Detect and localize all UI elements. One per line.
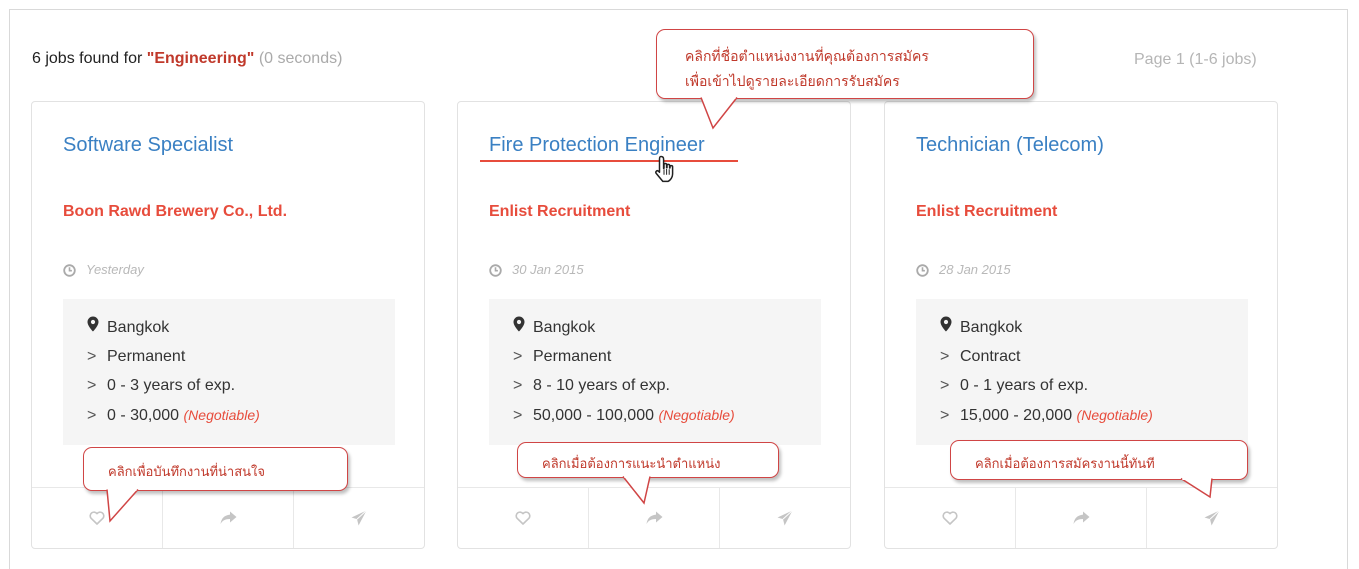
job-location: Bangkok	[940, 316, 1248, 345]
job-type-text: Permanent	[107, 348, 186, 365]
heart-icon	[942, 511, 958, 525]
job-type: > Contract	[940, 345, 1248, 374]
share-job-button[interactable]	[162, 488, 293, 548]
job-details: Bangkok > Permanent >8 - 10 years of exp.…	[489, 299, 821, 445]
clock-icon	[63, 264, 76, 277]
card-actions	[458, 487, 850, 548]
save-job-button[interactable]	[32, 488, 162, 548]
job-experience: >0 - 1 years of exp.	[940, 374, 1248, 403]
hand-pointer-icon	[655, 155, 674, 183]
clock-icon	[916, 264, 929, 277]
job-title-link[interactable]: Technician (Telecom)	[916, 134, 1104, 157]
card-actions	[885, 487, 1277, 548]
location-text: Bangkok	[107, 319, 170, 336]
experience-text: 0 - 3 years of exp.	[107, 377, 236, 394]
apply-job-button[interactable]	[293, 488, 424, 548]
negotiable-label: (Negotiable)	[183, 407, 260, 423]
share-job-button[interactable]	[1015, 488, 1146, 548]
recommend-hint-text: คลิกเมื่อต้องการแนะนำตำแหน่ง	[542, 456, 721, 471]
job-details: Bangkok > Contract >0 - 1 years of exp. >…	[916, 299, 1248, 445]
map-marker-icon	[87, 316, 99, 332]
share-job-button[interactable]	[588, 488, 719, 548]
job-experience: >0 - 3 years of exp.	[87, 374, 395, 403]
card-actions	[32, 487, 424, 548]
posted-date: 28 Jan 2015	[916, 262, 1011, 277]
job-type: > Permanent	[87, 345, 395, 374]
results-summary: 6 jobs found for "Engineering" (0 second…	[32, 50, 342, 68]
paper-plane-icon	[777, 510, 793, 526]
save-job-button[interactable]	[885, 488, 1015, 548]
job-salary: >0 - 30,000 (Negotiable)	[87, 403, 395, 432]
chevron-right-icon: >	[940, 348, 950, 365]
search-query: "Engineering"	[146, 50, 255, 67]
job-location: Bangkok	[513, 316, 821, 345]
clock-icon	[489, 264, 502, 277]
apply-job-button[interactable]	[719, 488, 850, 548]
share-arrow-icon	[646, 511, 662, 524]
negotiable-label: (Negotiable)	[1076, 407, 1153, 423]
chevron-right-icon: >	[513, 407, 523, 424]
job-experience: >8 - 10 years of exp.	[513, 374, 821, 403]
company-name[interactable]: Enlist Recruitment	[916, 203, 1057, 221]
title-hint-callout: คลิกที่ชื่อตำแหน่งงานที่คุณต้องการสมัคร …	[656, 29, 1034, 99]
job-details: Bangkok > Permanent >0 - 3 years of exp. …	[63, 299, 395, 445]
posted-date-text: 30 Jan 2015	[512, 262, 584, 277]
heart-icon	[89, 511, 105, 525]
map-marker-icon	[513, 316, 525, 332]
chevron-right-icon: >	[513, 377, 523, 394]
apply-hint-callout: คลิกเมื่อต้องการสมัครงานนี้ทันที	[950, 440, 1248, 480]
job-type-text: Contract	[960, 348, 1021, 365]
experience-text: 0 - 1 years of exp.	[960, 377, 1089, 394]
chevron-right-icon: >	[940, 407, 950, 424]
chevron-right-icon: >	[513, 348, 523, 365]
callout-tail	[622, 475, 651, 505]
job-salary: >15,000 - 20,000 (Negotiable)	[940, 403, 1248, 432]
results-count: 6 jobs found for	[32, 50, 143, 67]
posted-date: 30 Jan 2015	[489, 262, 584, 277]
chevron-right-icon: >	[87, 377, 97, 394]
job-card: Technician (Telecom) Enlist Recruitment …	[884, 101, 1278, 549]
heart-icon	[515, 511, 531, 525]
paper-plane-icon	[351, 510, 367, 526]
save-hint-callout: คลิกเพื่อบันทึกงานที่น่าสนใจ	[83, 447, 348, 491]
negotiable-label: (Negotiable)	[658, 407, 735, 423]
chevron-right-icon: >	[87, 407, 97, 424]
salary-text: 0 - 30,000	[107, 407, 180, 424]
experience-text: 8 - 10 years of exp.	[533, 377, 670, 394]
posted-date-text: 28 Jan 2015	[939, 262, 1011, 277]
job-type-text: Permanent	[533, 348, 612, 365]
chevron-right-icon: >	[940, 377, 950, 394]
search-time: (0 seconds)	[258, 50, 343, 67]
share-arrow-icon	[1073, 511, 1089, 524]
salary-text: 15,000 - 20,000	[960, 407, 1073, 424]
job-location: Bangkok	[87, 316, 395, 345]
share-arrow-icon	[220, 511, 236, 524]
job-type: > Permanent	[513, 345, 821, 374]
location-text: Bangkok	[533, 319, 596, 336]
recommend-hint-callout: คลิกเมื่อต้องการแนะนำตำแหน่ง	[517, 442, 779, 478]
chevron-right-icon: >	[87, 348, 97, 365]
callout-tail	[106, 488, 139, 523]
paper-plane-icon	[1204, 510, 1220, 526]
job-salary: >50,000 - 100,000 (Negotiable)	[513, 403, 821, 432]
title-highlight-underline	[480, 160, 738, 162]
save-hint-text: คลิกเพื่อบันทึกงานที่น่าสนใจ	[108, 464, 266, 479]
posted-date: Yesterday	[63, 262, 144, 277]
job-title-link[interactable]: Software Specialist	[63, 134, 233, 157]
location-text: Bangkok	[960, 319, 1023, 336]
company-name[interactable]: Boon Rawd Brewery Co., Ltd.	[63, 203, 287, 221]
map-marker-icon	[940, 316, 952, 332]
apply-hint-text: คลิกเมื่อต้องการสมัครงานนี้ทันที	[975, 456, 1155, 471]
posted-date-text: Yesterday	[86, 262, 144, 277]
callout-tail	[700, 96, 738, 130]
page-indicator: Page 1 (1-6 jobs)	[1134, 51, 1257, 68]
salary-text: 50,000 - 100,000	[533, 407, 654, 424]
callout-tail	[1180, 477, 1213, 499]
save-job-button[interactable]	[458, 488, 588, 548]
company-name[interactable]: Enlist Recruitment	[489, 203, 630, 221]
title-hint-line-2: เพื่อเข้าไปดูรายละเอียดการรับสมัคร	[685, 73, 900, 89]
title-hint-line-1: คลิกที่ชื่อตำแหน่งงานที่คุณต้องการสมัคร	[685, 48, 929, 64]
